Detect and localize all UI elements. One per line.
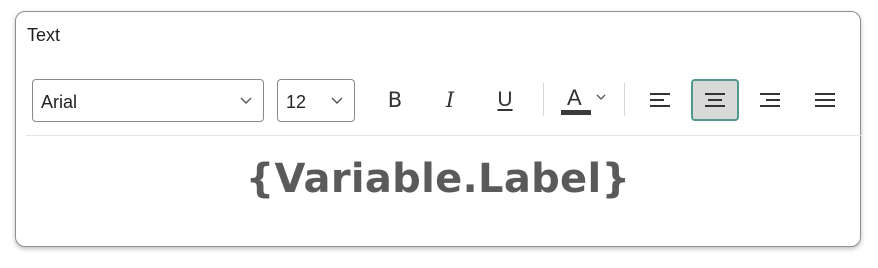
chevron-down-icon [596,94,606,100]
align-center-icon [705,93,725,107]
toolbar-divider [26,135,862,136]
bold-button[interactable]: B [371,79,419,121]
font-family-select[interactable]: Arial [32,79,264,122]
font-color-swatch [561,110,591,115]
font-family-value: Arial [41,92,78,112]
align-justify-button[interactable] [801,79,849,121]
toolbar-separator [624,83,625,116]
font-color-icon: A [561,83,591,117]
font-size-value: 12 [286,92,307,112]
panel-title: Text [27,25,61,45]
align-left-button[interactable] [636,79,684,121]
text-content[interactable]: {Variable.Label} [16,156,860,202]
font-color-button[interactable]: A [556,79,612,121]
align-right-button[interactable] [746,79,794,121]
align-right-icon [760,93,780,107]
align-left-icon [650,93,670,107]
chevron-down-icon [240,97,252,104]
text-panel: Text Arial 12 B I U A {Variable.Label} [15,11,862,247]
toolbar-separator [543,83,544,116]
italic-icon: I [445,88,455,112]
underline-icon: U [497,88,513,111]
formatting-toolbar: Arial 12 B I U A [16,74,860,126]
align-center-button[interactable] [691,79,739,121]
underline-button[interactable]: U [481,79,529,121]
align-justify-icon [815,93,835,107]
chevron-down-icon [331,97,343,104]
italic-button[interactable]: I [426,79,474,121]
font-size-select[interactable]: 12 [277,79,355,122]
bold-icon: B [387,88,403,112]
font-color-letter: A [567,85,582,110]
